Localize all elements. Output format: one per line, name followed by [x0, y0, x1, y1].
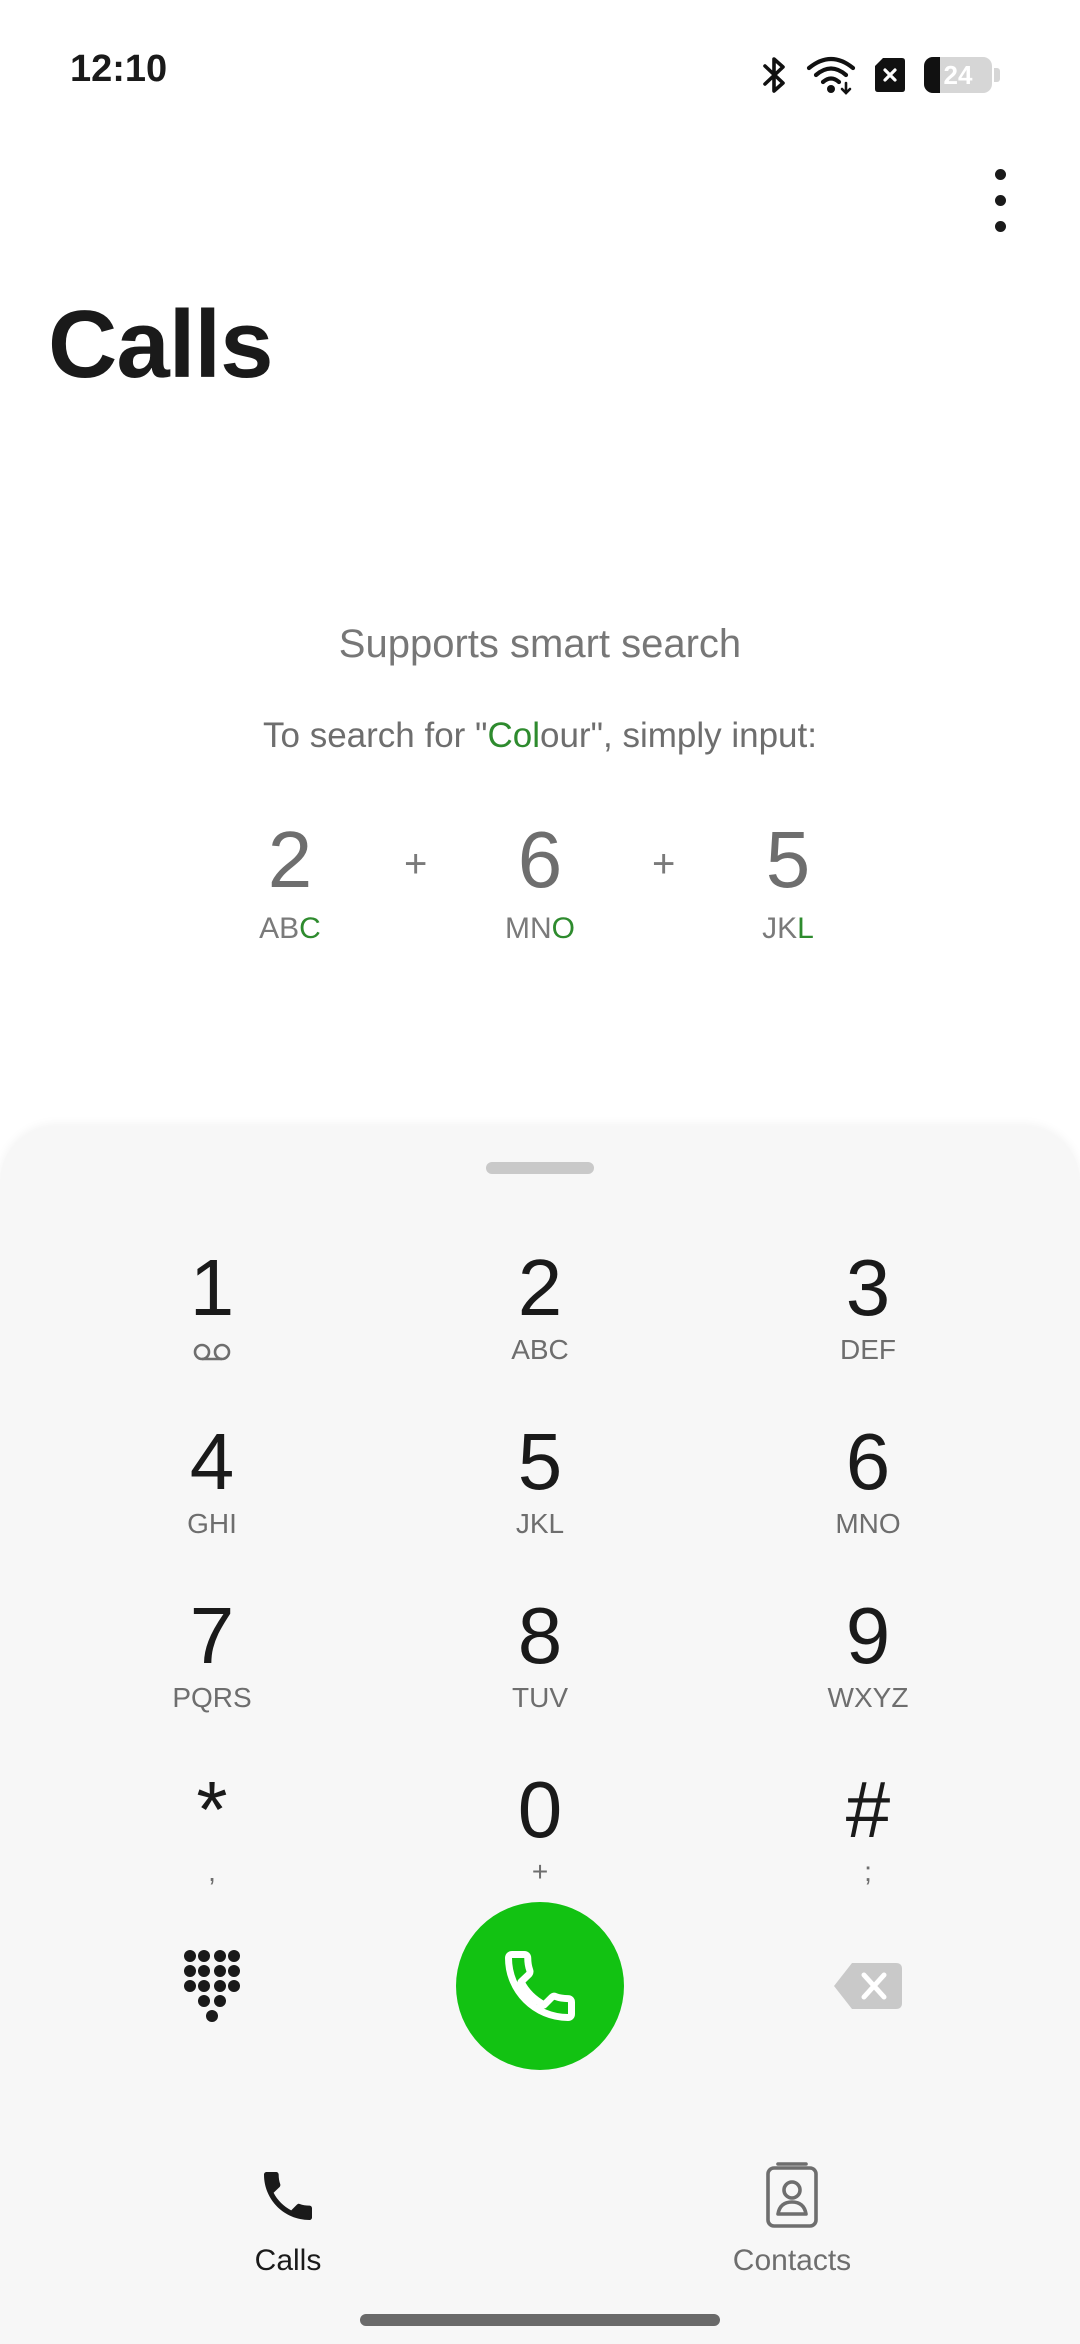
sheet-drag-handle[interactable] [486, 1162, 594, 1174]
dial-key-6[interactable]: 6 MNO [748, 1422, 988, 1572]
page-title: Calls [48, 291, 273, 398]
status-icons: 24 [762, 52, 1000, 98]
nav-calls-label: Calls [254, 2244, 322, 2277]
dial-key-3[interactable]: 3 DEF [748, 1248, 988, 1398]
bluetooth-icon [762, 55, 788, 95]
dialer-screen: 12:10 24 Calls Supports smart search To … [0, 0, 1080, 2344]
backspace-icon [834, 1963, 902, 2009]
backspace-button[interactable] [808, 1926, 928, 2046]
home-indicator[interactable] [360, 2314, 720, 2326]
dial-key-4[interactable]: 4 GHI [92, 1422, 332, 1572]
smart-search-key-5: 5 JKL [762, 815, 814, 946]
dial-key-8[interactable]: 8 TUV [420, 1596, 660, 1746]
smart-search-key-2: 2 ABC [259, 815, 321, 946]
dial-key-7[interactable]: 7 PQRS [92, 1596, 332, 1746]
smart-search-key-6: 6 MNO [505, 815, 575, 946]
smart-search-subtitle: To search for "Colour", simply input: [263, 716, 817, 755]
battery-icon: 24 [924, 57, 992, 93]
phone-icon [505, 1951, 575, 2021]
more-vertical-icon [994, 168, 1006, 180]
battery-percent: 24 [943, 59, 973, 90]
dial-key-9[interactable]: 9 WXYZ [748, 1596, 988, 1746]
dial-key-2[interactable]: 2 ABC [420, 1248, 660, 1398]
wifi-icon [806, 55, 856, 95]
voicemail-icon [92, 1334, 332, 1368]
hide-dialpad-button[interactable] [152, 1926, 272, 2046]
nav-calls[interactable]: Calls [168, 2156, 408, 2278]
dial-key-star[interactable]: * , [92, 1770, 332, 1920]
nav-contacts-label: Contacts [732, 2244, 852, 2277]
nav-contacts[interactable]: Contacts [672, 2156, 912, 2278]
more-options-button[interactable] [970, 160, 1030, 240]
contacts-icon [672, 2156, 912, 2236]
dialpad-grid-icon [184, 1950, 240, 2022]
no-sim-icon [874, 56, 906, 94]
dial-key-0[interactable]: 0 + [420, 1770, 660, 1920]
dial-key-1[interactable]: 1 [92, 1248, 332, 1398]
dialpad-sheet: 1 2 ABC 3 DEF 4 GHI 5 JKL 6 MNO 7 PQRS 8… [0, 1126, 1080, 2344]
smart-search-title: Supports smart search [338, 622, 742, 666]
plus-sign: + [652, 842, 676, 886]
plus-sign: + [404, 842, 428, 886]
dial-key-hash[interactable]: # ; [748, 1770, 988, 1920]
dial-key-5[interactable]: 5 JKL [420, 1422, 660, 1572]
status-bar: 12:10 24 [0, 0, 1080, 140]
phone-icon [168, 2156, 408, 2236]
status-time: 12:10 [70, 48, 168, 90]
call-button[interactable] [456, 1902, 624, 2070]
